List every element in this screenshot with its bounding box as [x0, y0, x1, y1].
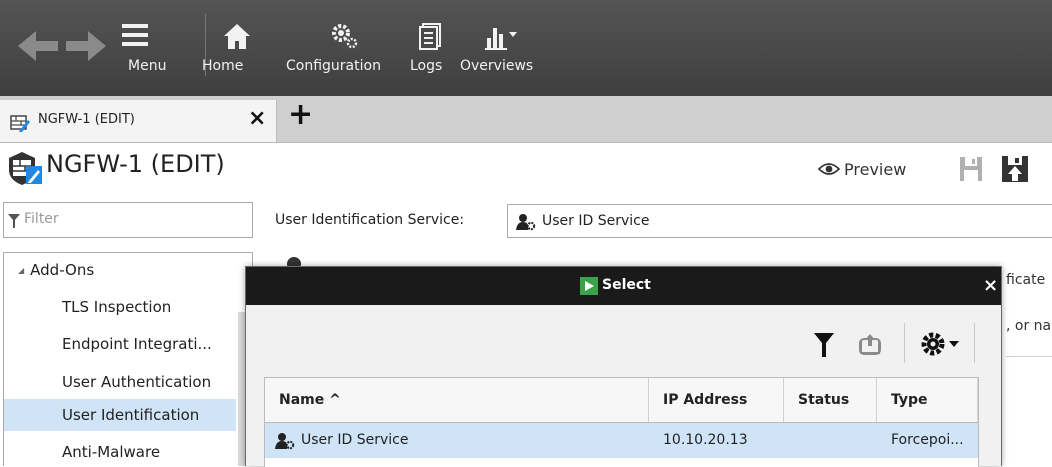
- cell-status: [784, 423, 877, 458]
- cell-name: User ID Service: [301, 432, 409, 448]
- dialog-toolbar: [246, 305, 1001, 375]
- column-header-status[interactable]: Status: [784, 378, 877, 423]
- dialog-title: Select: [602, 277, 651, 293]
- results-table: Name ^ IP Address Status Type User ID Se…: [264, 377, 979, 467]
- tab-bar: NGFW-1 (EDIT) × +: [0, 96, 1052, 143]
- logs-button[interactable]: Logs: [408, 0, 458, 96]
- toolbar-separator: [974, 323, 975, 363]
- hamburger-icon: [122, 24, 148, 46]
- home-button[interactable]: Home: [200, 0, 276, 96]
- preview-button[interactable]: Preview: [818, 160, 907, 179]
- navigation-tree: ◢ Add-Ons TLS Inspection Endpoint Integra…: [3, 252, 253, 466]
- column-header-type[interactable]: Type: [877, 378, 978, 423]
- logs-label: Logs: [410, 58, 443, 74]
- tree-group-add-ons[interactable]: ◢ Add-Ons: [18, 261, 94, 279]
- sidebar-item-tls-inspection[interactable]: TLS Inspection: [4, 291, 236, 323]
- export-icon[interactable]: [858, 331, 882, 355]
- home-icon: [224, 24, 250, 49]
- gears-icon: [332, 24, 358, 49]
- overviews-button[interactable]: Overviews: [460, 0, 556, 96]
- filter-input[interactable]: Filter: [3, 202, 253, 238]
- filter-placeholder: Filter: [24, 211, 59, 227]
- select-dialog: Select × Name ^ IP Address Status Type U…: [245, 266, 1002, 467]
- toolbar-separator: [904, 323, 905, 363]
- firewall-edit-icon: [10, 115, 30, 132]
- sidebar-item-user-authentication[interactable]: User Authentication: [4, 366, 236, 398]
- add-tab-button[interactable]: +: [288, 100, 313, 130]
- overviews-label: Overviews: [460, 58, 534, 74]
- cell-type: Forcepoi...: [891, 432, 964, 448]
- preview-label: Preview: [844, 160, 907, 179]
- forward-arrow-icon[interactable]: [66, 31, 106, 61]
- column-header-name[interactable]: Name ^: [265, 378, 649, 423]
- background-divider: [1006, 356, 1052, 357]
- user-id-service-icon: [516, 214, 536, 231]
- collapse-triangle-icon[interactable]: ◢: [18, 266, 24, 275]
- firewall-edit-large-icon: [9, 152, 42, 185]
- save-and-install-icon[interactable]: [1000, 154, 1030, 184]
- eye-icon: [818, 163, 840, 175]
- home-label: Home: [202, 58, 244, 74]
- funnel-icon: [8, 214, 20, 228]
- menu-button[interactable]: Menu: [112, 0, 192, 96]
- sidebar-item-endpoint-integration[interactable]: Endpoint Integrati...: [4, 328, 236, 360]
- column-header-ip-address[interactable]: IP Address: [649, 378, 784, 423]
- dialog-close-button[interactable]: ×: [983, 275, 998, 296]
- configuration-label: Configuration: [286, 58, 381, 74]
- main-toolbar: Menu Home Configuration Logs Overviews: [0, 0, 1052, 96]
- save-icon[interactable]: [958, 155, 984, 183]
- tree-group-label: Add-Ons: [30, 261, 95, 279]
- table-row[interactable]: User ID Service 10.10.20.13 Forcepoi...: [265, 423, 978, 458]
- dialog-title-bar[interactable]: Select ×: [246, 267, 1001, 305]
- cell-ip-address: 10.10.20.13: [663, 432, 748, 448]
- sidebar-item-user-identification[interactable]: User Identification: [4, 399, 236, 431]
- back-arrow-icon[interactable]: [18, 31, 58, 61]
- filter-funnel-icon[interactable]: [814, 333, 834, 357]
- tab-ngfw-1-edit[interactable]: NGFW-1 (EDIT) ×: [0, 100, 277, 142]
- user-identification-service-value: User ID Service: [542, 213, 650, 229]
- background-text-fragment: , or na: [1006, 318, 1052, 334]
- select-app-icon: [580, 277, 598, 295]
- bar-chart-dropdown-icon: [485, 28, 517, 50]
- sidebar-item-anti-malware[interactable]: Anti-Malware: [4, 436, 236, 466]
- menu-label: Menu: [128, 58, 167, 74]
- tab-close-button[interactable]: ×: [248, 106, 266, 131]
- configuration-button[interactable]: Configuration: [286, 0, 404, 96]
- back-forward-icons: [18, 31, 106, 61]
- tab-label: NGFW-1 (EDIT): [38, 112, 135, 127]
- gear-dropdown-icon[interactable]: [918, 329, 964, 359]
- background-text-fragment: ficate: [1006, 272, 1046, 288]
- logs-icon: [419, 23, 441, 50]
- user-identification-service-field[interactable]: User ID Service: [507, 204, 1052, 238]
- page-title: NGFW-1 (EDIT): [46, 150, 225, 178]
- nav-arrows: [14, 0, 124, 96]
- user-identification-service-label: User Identification Service:: [275, 212, 465, 228]
